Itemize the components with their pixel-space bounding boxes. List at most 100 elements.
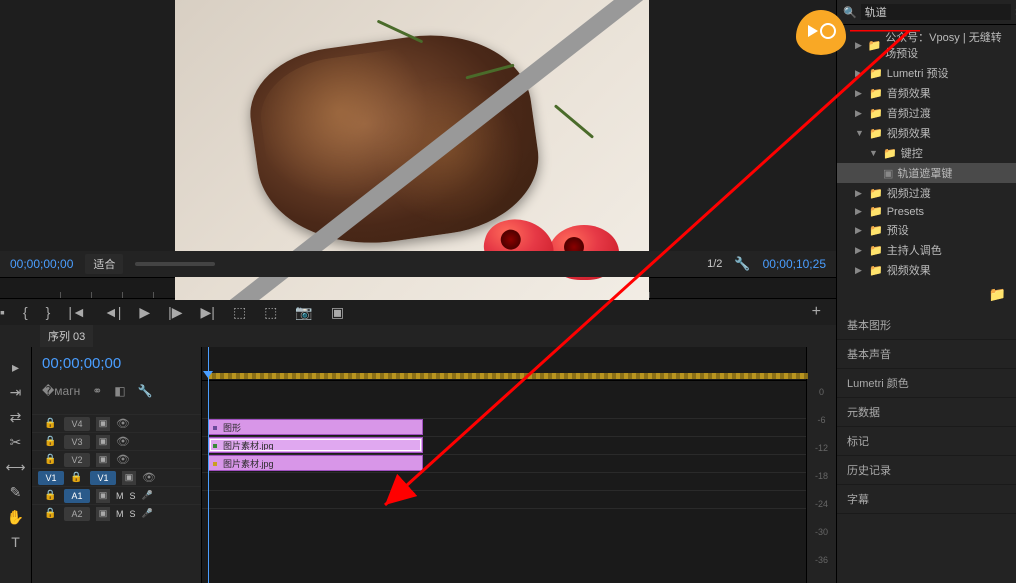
track-v4-target[interactable]: V4 xyxy=(64,417,90,431)
new-bin-icon[interactable]: 📁 xyxy=(837,282,1016,307)
viewer-timecode-left[interactable]: 00;00;00;00 xyxy=(10,257,73,271)
resolution-dropdown[interactable]: 1/2 xyxy=(707,258,722,270)
tree-presets-en[interactable]: ▶📁Presets xyxy=(837,203,1016,220)
track-lane-v2[interactable]: 图片素材.jpg xyxy=(202,437,806,455)
go-in-icon[interactable]: |◄ xyxy=(68,304,86,320)
pen-tool-icon[interactable]: ✎ xyxy=(10,484,22,501)
solo-icon[interactable]: S xyxy=(130,509,136,519)
go-out-icon[interactable]: ▶| xyxy=(201,304,215,321)
track-v1-target[interactable]: V1 xyxy=(90,471,116,485)
selection-tool-icon[interactable]: ▸ xyxy=(12,359,19,376)
razor-tool-icon[interactable]: ✂ xyxy=(10,434,22,451)
tree-audio-transitions[interactable]: ▶📁音频过渡 xyxy=(837,103,1016,123)
tree-preset-folder[interactable]: ▶📁公众号：Vposy | 无缝转场预设 xyxy=(837,27,1016,63)
sync-lock-icon[interactable]: ▣ xyxy=(96,435,110,449)
track-v3-target[interactable]: V3 xyxy=(64,435,90,449)
panel-captions[interactable]: 字幕 xyxy=(837,485,1016,514)
play-icon[interactable]: ▶ xyxy=(139,304,150,321)
step-forward-icon[interactable]: |▶ xyxy=(168,304,182,321)
track-header-a1[interactable]: 🔒 A1 ▣ M S 🎤 xyxy=(32,486,201,504)
track-select-tool-icon[interactable]: ⇥ xyxy=(10,384,22,401)
extract-icon[interactable]: ⬚ xyxy=(264,304,277,321)
track-a1-target[interactable]: A1 xyxy=(64,489,90,503)
lock-icon[interactable]: 🔒 xyxy=(70,472,84,483)
sync-lock-icon[interactable]: ▣ xyxy=(96,489,110,503)
sync-lock-icon[interactable]: ▣ xyxy=(122,471,136,485)
tree-video-effects-2[interactable]: ▶📁视频效果 xyxy=(837,260,1016,280)
track-header-v3[interactable]: 🔒 V3 ▣ 👁 xyxy=(32,432,201,450)
track-lane-a1[interactable] xyxy=(202,473,806,491)
panel-history[interactable]: 历史记录 xyxy=(837,456,1016,485)
tree-announcer-color[interactable]: ▶📁主持人调色 xyxy=(837,240,1016,260)
tree-audio-effects[interactable]: ▶📁音频效果 xyxy=(837,83,1016,103)
track-lane-v3[interactable]: 图形 xyxy=(202,419,806,437)
lock-icon[interactable]: 🔒 xyxy=(44,418,58,429)
panel-essential-sound[interactable]: 基本声音 xyxy=(837,340,1016,369)
snap-icon[interactable]: �магн xyxy=(42,384,80,398)
track-header-a2[interactable]: 🔒 A2 ▣ M S 🎤 xyxy=(32,504,201,522)
panel-metadata[interactable]: 元数据 xyxy=(837,398,1016,427)
solo-icon[interactable]: S xyxy=(130,491,136,501)
clip-graphic[interactable]: 图形 xyxy=(208,419,423,435)
sync-lock-icon[interactable]: ▣ xyxy=(96,507,110,521)
track-lane-v1[interactable]: 图片素材.jpg xyxy=(202,455,806,473)
button-editor-icon[interactable]: + xyxy=(812,303,821,321)
sync-lock-icon[interactable]: ▣ xyxy=(96,417,110,431)
viewer-timecode-right[interactable]: 00;00;10;25 xyxy=(763,257,826,271)
comparison-icon[interactable]: ▣ xyxy=(331,304,344,321)
export-frame-icon[interactable]: 📷 xyxy=(295,304,312,321)
timeline-ruler[interactable] xyxy=(202,347,806,381)
step-back-icon[interactable]: ◄| xyxy=(104,304,122,320)
tree-lumetri-presets[interactable]: ▶📁Lumetri 预设 xyxy=(837,63,1016,83)
lift-icon[interactable]: ⬚ xyxy=(233,304,246,321)
lock-icon[interactable]: 🔒 xyxy=(44,490,58,501)
lock-icon[interactable]: 🔒 xyxy=(44,454,58,465)
lock-icon[interactable]: 🔒 xyxy=(44,508,58,519)
track-header-v1[interactable]: V1 🔒 V1 ▣ 👁 xyxy=(32,468,201,486)
type-tool-icon[interactable]: T xyxy=(11,534,20,550)
settings-icon[interactable]: 🔧 xyxy=(734,256,750,272)
mark-in-icon[interactable]: { xyxy=(23,304,28,320)
panel-markers[interactable]: 标记 xyxy=(837,427,1016,456)
eye-icon[interactable]: 👁 xyxy=(116,453,130,466)
settings-wrench-icon[interactable]: 🔧 xyxy=(138,384,153,398)
eye-icon[interactable]: 👁 xyxy=(116,435,130,448)
tree-presets-cn[interactable]: ▶📁预设 xyxy=(837,220,1016,240)
sync-lock-icon[interactable]: ▣ xyxy=(96,453,110,467)
tree-video-effects[interactable]: ▼📁视频效果 xyxy=(837,123,1016,143)
mark-out-icon[interactable]: } xyxy=(46,304,51,320)
track-v2-target[interactable]: V2 xyxy=(64,453,90,467)
track-header-v4[interactable]: 🔒 V4 ▣ 👁 xyxy=(32,414,201,432)
zoom-fit-dropdown[interactable]: 适合 xyxy=(85,254,123,274)
track-a2-target[interactable]: A2 xyxy=(64,507,90,521)
ripple-tool-icon[interactable]: ⇄ xyxy=(10,409,22,426)
clip-image-v2[interactable]: 图片素材.jpg xyxy=(208,437,423,453)
voice-icon[interactable]: 🎤 xyxy=(142,490,153,501)
voice-icon[interactable]: 🎤 xyxy=(142,508,153,519)
panel-essential-graphics[interactable]: 基本图形 xyxy=(837,311,1016,340)
link-icon[interactable]: ⚭ xyxy=(92,384,102,398)
lock-icon[interactable]: 🔒 xyxy=(44,436,58,447)
tree-track-matte-key[interactable]: ▣轨道遮罩键 xyxy=(837,163,1016,183)
timeline-tracks[interactable]: 图形 图片素材.jpg 图片素材.jpg xyxy=(202,347,806,583)
tree-video-transitions[interactable]: ▶📁视频过渡 xyxy=(837,183,1016,203)
hand-tool-icon[interactable]: ✋ xyxy=(7,509,24,526)
playhead[interactable] xyxy=(208,347,209,583)
mute-icon[interactable]: M xyxy=(116,491,124,501)
work-area-bar[interactable] xyxy=(208,373,808,379)
clip-image-v1[interactable]: 图片素材.jpg xyxy=(208,455,423,471)
effects-search-input[interactable] xyxy=(861,4,1011,20)
timeline-timecode[interactable]: 00;00;00;00 xyxy=(32,347,201,380)
marker-span-icon[interactable]: ◧ xyxy=(114,384,125,398)
zoom-slider[interactable] xyxy=(135,262,215,266)
track-lane-a2[interactable] xyxy=(202,491,806,509)
add-marker-icon[interactable]: ▪ xyxy=(0,304,5,320)
tree-keying[interactable]: ▼📁键控 xyxy=(837,143,1016,163)
slip-tool-icon[interactable]: ⟷ xyxy=(5,459,25,476)
source-v1[interactable]: V1 xyxy=(38,471,64,485)
mute-icon[interactable]: M xyxy=(116,509,124,519)
sequence-tab[interactable]: 序列 03 xyxy=(40,325,93,347)
track-lane-v4[interactable] xyxy=(202,401,806,419)
panel-lumetri-color[interactable]: Lumetri 颜色 xyxy=(837,369,1016,398)
track-header-v2[interactable]: 🔒 V2 ▣ 👁 xyxy=(32,450,201,468)
